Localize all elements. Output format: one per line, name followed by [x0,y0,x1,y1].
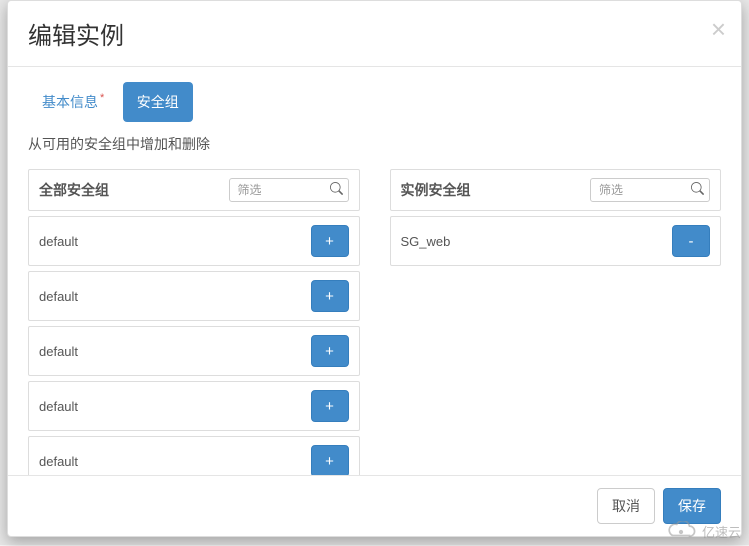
available-filter-input[interactable] [229,178,349,202]
panel-subtitle: 从可用的安全组中增加和删除 [28,134,721,154]
add-group-button[interactable]: + [311,335,349,367]
watermark-text: 亿速云 [702,522,741,541]
remove-group-button[interactable]: - [672,225,710,257]
watermark: 亿速云 [664,521,741,541]
instance-groups-header: 实例安全组 [390,169,722,211]
group-name: SG_web [401,234,451,249]
add-group-button[interactable]: + [311,280,349,312]
add-group-button[interactable]: + [311,390,349,422]
available-group-item: default + [28,436,360,475]
group-name: default [39,234,78,249]
available-groups-title: 全部安全组 [39,180,109,200]
group-name: default [39,344,78,359]
group-name: default [39,289,78,304]
modal-title: 编辑实例 [28,16,721,51]
close-button[interactable]: × [711,16,726,42]
available-group-item: default + [28,271,360,321]
available-group-item: default + [28,216,360,266]
instance-groups-title: 实例安全组 [401,180,471,200]
available-groups-header: 全部安全组 [28,169,360,211]
dual-list: 全部安全组 default + default + [28,169,721,475]
cancel-button[interactable]: 取消 [597,488,655,524]
tab-bar: 基本信息* 安全组 [28,82,721,122]
group-name: default [39,399,78,414]
save-button[interactable]: 保存 [663,488,721,524]
modal-footer: 取消 保存 [8,475,741,536]
available-search-box [229,178,349,202]
cloud-icon [664,521,698,541]
tab-basic-info[interactable]: 基本信息* [28,82,118,122]
add-group-button[interactable]: + [311,445,349,475]
add-group-button[interactable]: + [311,225,349,257]
edit-instance-modal: 编辑实例 × 基本信息* 安全组 从可用的安全组中增加和删除 全部安全组 [7,0,742,537]
instance-filter-input[interactable] [590,178,710,202]
group-name: default [39,454,78,469]
tab-basic-label: 基本信息 [42,94,98,110]
instance-search-box [590,178,710,202]
required-asterisk: * [100,92,104,104]
tab-security-group[interactable]: 安全组 [123,82,193,122]
available-group-item: default + [28,326,360,376]
available-group-item: default + [28,381,360,431]
modal-body: 基本信息* 安全组 从可用的安全组中增加和删除 全部安全组 default [8,67,741,475]
instance-group-item: SG_web - [390,216,722,266]
available-groups-column: 全部安全组 default + default + [28,169,360,475]
modal-header: 编辑实例 × [8,1,741,67]
instance-groups-column: 实例安全组 SG_web - [390,169,722,475]
